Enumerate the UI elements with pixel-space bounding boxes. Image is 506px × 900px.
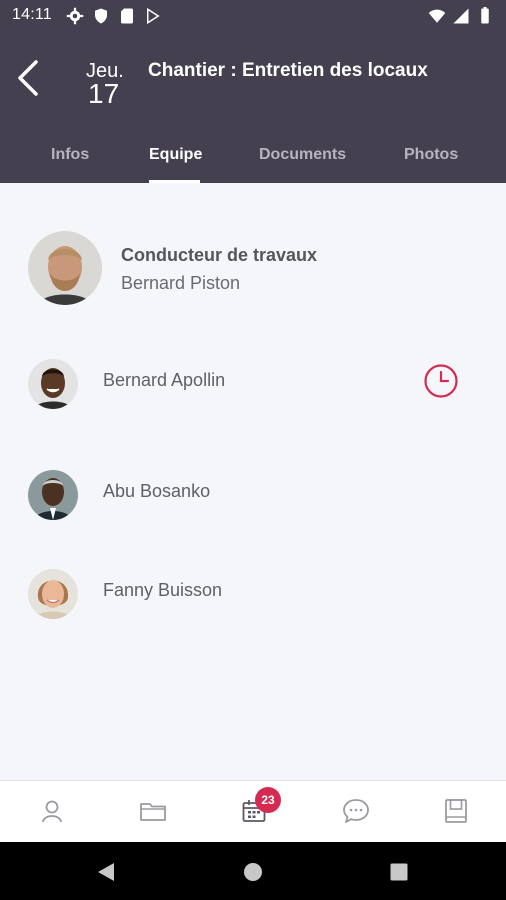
page-title: Chantier : Entretien des locaux	[148, 60, 428, 81]
team-list: Conducteur de travaux Bernard Piston Ber…	[0, 183, 506, 780]
shield-icon	[92, 7, 110, 25]
wifi-icon	[428, 7, 446, 25]
app-header: Jeu. 17 Chantier : Entretien des locaux …	[0, 30, 506, 183]
recents-icon[interactable]	[389, 862, 409, 882]
system-navigation-bar	[0, 842, 506, 900]
app-screen: 14:11 Jeu. 17 Chantier: Entretien des l…	[0, 0, 506, 900]
battery-icon	[476, 7, 494, 25]
sd-card-icon	[118, 7, 136, 25]
bottom-navigation: 23	[0, 780, 506, 842]
avatar	[28, 359, 78, 409]
tab-equipe[interactable]: Equipe	[149, 146, 202, 164]
folder-icon[interactable]	[139, 797, 167, 825]
lead-role: Conducteur de travaux	[121, 245, 318, 265]
lead-name: Bernard Piston	[121, 273, 241, 293]
save-icon[interactable]	[442, 797, 470, 825]
home-icon[interactable]	[243, 862, 263, 882]
tab-infos[interactable]: Infos	[51, 146, 89, 164]
avatar	[28, 569, 78, 619]
clock-icon[interactable]	[423, 363, 459, 399]
calendar-badge: 23	[255, 787, 281, 813]
settings-icon	[66, 7, 84, 25]
back-arrow-icon[interactable]	[14, 58, 46, 98]
back-icon[interactable]	[96, 862, 116, 882]
chat-icon[interactable]	[342, 797, 370, 825]
play-store-icon	[144, 7, 162, 25]
status-bar: 14:11	[0, 0, 506, 30]
date-day-number: 17	[88, 78, 120, 109]
status-time: 14:11	[12, 6, 52, 23]
tab-bar: Infos Equipe Documents Photos	[0, 140, 506, 183]
tab-documents[interactable]: Documents	[259, 146, 346, 164]
member-name: Fanny Buisson	[103, 580, 223, 600]
member-name: Abu Bosanko	[103, 481, 211, 501]
member-name: Bernard Apollin	[103, 370, 226, 390]
avatar	[28, 231, 102, 305]
profile-icon[interactable]	[38, 797, 66, 825]
signal-icon	[452, 7, 470, 25]
tab-photos[interactable]: Photos	[404, 146, 458, 164]
avatar	[28, 470, 78, 520]
